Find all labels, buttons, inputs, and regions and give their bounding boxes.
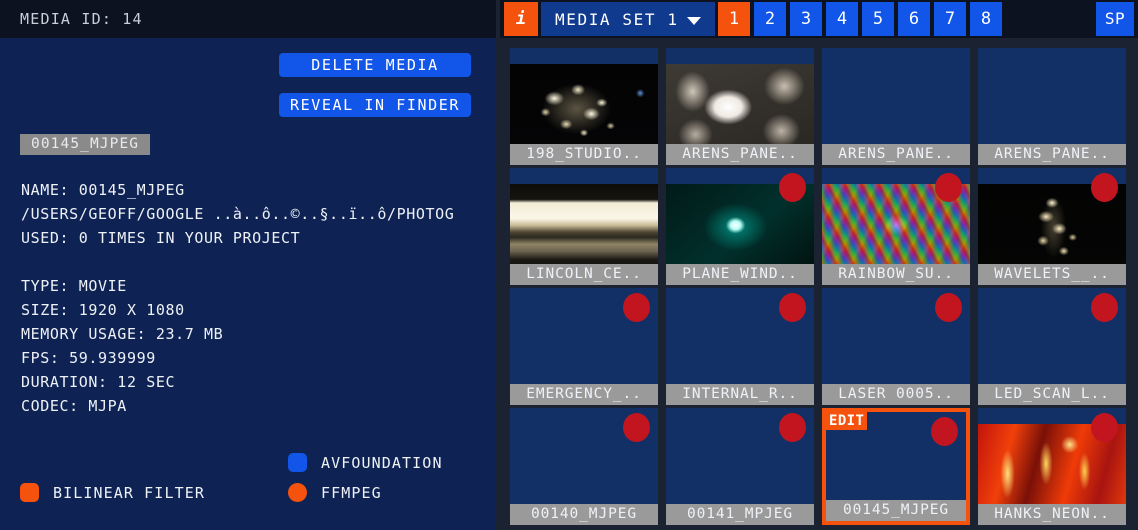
meta-line: DURATION: 12 SEC (21, 373, 176, 391)
thumbnail-label: ARENS_PANE.. (666, 144, 814, 165)
thumbnail-label: INTERNAL_R.. (666, 384, 814, 405)
set-tab-2[interactable]: 2 (754, 2, 786, 36)
media-metadata-list: NAME: 00145_MJPEG/USERS/GEOFF/GOOGLE ..à… (21, 178, 496, 418)
legend-avfoundation: AVFOUNDATION (288, 453, 443, 472)
set-tab-8[interactable]: 8 (970, 2, 1002, 36)
media-thumbnail-cell[interactable]: LINCOLN_CE.. (510, 168, 658, 285)
media-thumbnail-cell[interactable]: EMERGENCY_.. (510, 288, 658, 405)
media-info-header: MEDIA ID: 14 (0, 0, 496, 38)
media-thumbnail-cell[interactable]: 00141_MPJEG (666, 408, 814, 525)
media-info-panel: MEDIA ID: 14 DELETE MEDIA REVEAL IN FIND… (0, 0, 496, 530)
thumbnail-label: 00141_MPJEG (666, 504, 814, 525)
legend-bilinear-filter: BILINEAR FILTER (20, 483, 205, 502)
media-thumbnail-cell[interactable]: LASER 0005.. (822, 288, 970, 405)
info-icon[interactable]: i (504, 2, 538, 36)
thumbnail-label: 198_STUDIO.. (510, 144, 658, 165)
meta-line: USED: 0 TIMES IN YOUR PROJECT (21, 229, 301, 247)
thumbnail-label: WAVELETS__.. (978, 264, 1126, 285)
unused-badge-icon (1091, 293, 1118, 322)
media-thumbnail-cell[interactable]: 198_STUDIO.. (510, 48, 658, 165)
media-thumbnail-cell[interactable]: ARENS_PANE.. (978, 48, 1126, 165)
thumbnail-label: ARENS_PANE.. (978, 144, 1126, 165)
media-thumbnail-cell[interactable]: ARENS_PANE.. (822, 48, 970, 165)
set-tab-4[interactable]: 4 (826, 2, 858, 36)
meta-line: TYPE: MOVIE (21, 277, 127, 295)
set-tab-6[interactable]: 6 (898, 2, 930, 36)
media-thumbnail-grid: 198_STUDIO.. ARENS_PANE.. ARENS_PANE.. AREN… (500, 38, 1138, 530)
media-thumbnail-cell[interactable]: RAINBOW_SU.. (822, 168, 970, 285)
unused-badge-icon (779, 413, 806, 442)
media-thumbnail-cell[interactable]: ARENS_PANE.. (666, 48, 814, 165)
page-title: MEDIA ID: 14 (20, 10, 143, 28)
meta-spacer (21, 250, 496, 274)
media-grid-panel: i MEDIA SET 1 12345678 SP 198_STUDIO.. AR… (500, 0, 1138, 530)
delete-media-button[interactable]: DELETE MEDIA (279, 53, 471, 77)
media-set-label: MEDIA SET 1 (555, 10, 679, 29)
thumbnail-image (510, 184, 658, 270)
avfoundation-swatch-icon (288, 453, 307, 472)
legend-bilinear-label: BILINEAR FILTER (53, 483, 205, 502)
media-thumbnail-cell[interactable]: 00140_MJPEG (510, 408, 658, 525)
meta-line: FPS: 59.939999 (21, 349, 156, 367)
reveal-in-finder-button[interactable]: REVEAL IN FINDER (279, 93, 471, 117)
thumbnail-image (666, 64, 814, 150)
media-browser-window: MEDIA ID: 14 DELETE MEDIA REVEAL IN FIND… (0, 0, 1138, 530)
thumbnail-label: 00145_MJPEG (826, 500, 966, 521)
ffmpeg-swatch-icon (288, 483, 307, 502)
legend-ffmpeg: FFMPEG (288, 483, 382, 502)
unused-badge-icon (935, 173, 962, 202)
media-thumbnail-cell[interactable]: WAVELETS__.. (978, 168, 1126, 285)
unused-badge-icon (779, 293, 806, 322)
media-thumbnail-cell[interactable]: LED_SCAN_L.. (978, 288, 1126, 405)
unused-badge-icon (779, 173, 806, 202)
unused-badge-icon (623, 293, 650, 322)
unused-badge-icon (931, 417, 958, 446)
thumbnail-label: 00140_MJPEG (510, 504, 658, 525)
meta-line: MEMORY USAGE: 23.7 MB (21, 325, 224, 343)
media-name-chip: 00145_MJPEG (20, 134, 151, 155)
thumbnail-label: RAINBOW_SU.. (822, 264, 970, 285)
set-tab-7[interactable]: 7 (934, 2, 966, 36)
thumbnail-label: LINCOLN_CE.. (510, 264, 658, 285)
thumbnail-label: PLANE_WIND.. (666, 264, 814, 285)
legend-ffmpeg-label: FFMPEG (321, 483, 382, 502)
thumbnail-label: ARENS_PANE.. (822, 144, 970, 165)
unused-badge-icon (1091, 173, 1118, 202)
bilinear-filter-swatch-icon (20, 483, 39, 502)
media-thumbnail-cell[interactable]: EDIT 00145_MJPEG (822, 408, 970, 525)
legend-avfoundation-label: AVFOUNDATION (321, 453, 443, 472)
unused-badge-icon (623, 413, 650, 442)
thumbnail-label: EMERGENCY_.. (510, 384, 658, 405)
media-set-dropdown[interactable]: MEDIA SET 1 (541, 2, 715, 36)
media-thumbnail-cell[interactable]: HANKS_NEON.. (978, 408, 1126, 525)
meta-line: NAME: 00145_MJPEG (21, 181, 185, 199)
media-thumbnail-cell[interactable]: INTERNAL_R.. (666, 288, 814, 405)
meta-line: CODEC: MJPA (21, 397, 127, 415)
sp-button[interactable]: SP (1096, 2, 1134, 36)
set-tab-5[interactable]: 5 (862, 2, 894, 36)
thumbnail-image (510, 64, 658, 150)
thumbnail-label: LED_SCAN_L.. (978, 384, 1126, 405)
set-tab-1[interactable]: 1 (718, 2, 750, 36)
meta-line: SIZE: 1920 X 1080 (21, 301, 185, 319)
chevron-down-icon (687, 17, 701, 25)
unused-badge-icon (935, 293, 962, 322)
media-thumbnail-cell[interactable]: PLANE_WIND.. (666, 168, 814, 285)
meta-line: /USERS/GEOFF/GOOGLE ..à..ô..©..§..ï..ô/P… (21, 205, 455, 223)
media-toolbar: i MEDIA SET 1 12345678 SP (500, 0, 1138, 38)
set-tab-3[interactable]: 3 (790, 2, 822, 36)
thumbnail-label: LASER 0005.. (822, 384, 970, 405)
unused-badge-icon (1091, 413, 1118, 442)
edit-badge: EDIT (826, 412, 868, 430)
thumbnail-label: HANKS_NEON.. (978, 504, 1126, 525)
